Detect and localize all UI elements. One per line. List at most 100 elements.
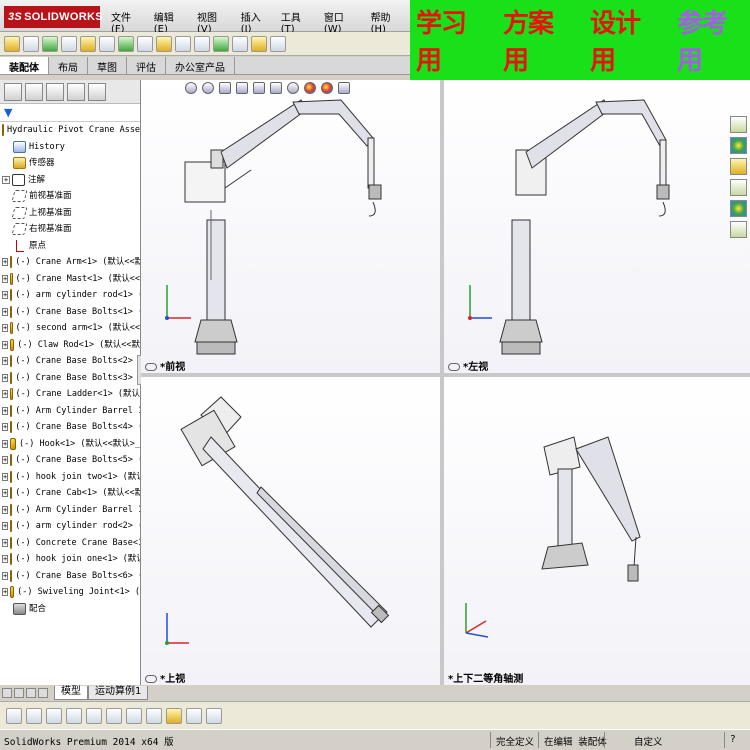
3d-part-icon[interactable] — [206, 707, 222, 724]
previous-view-icon[interactable] — [219, 82, 231, 94]
configuration-manager-icon[interactable] — [46, 82, 64, 101]
viewport-top[interactable]: *上视 — [141, 377, 440, 685]
expand-icon[interactable]: + — [2, 538, 9, 547]
tree-item-component[interactable]: + (-) Crane Arm<1> (默认<<默 — [2, 254, 140, 271]
tree-item-component[interactable]: + (-) hook join one<1> (默认 — [2, 551, 140, 568]
dimxpert-icon[interactable] — [67, 82, 85, 101]
expand-icon[interactable]: + — [2, 472, 9, 481]
expand-icon[interactable]: + — [2, 340, 9, 349]
tab-evaluate[interactable]: 评估 — [127, 57, 166, 74]
viewport-isometric[interactable]: *上下二等角轴测 — [444, 377, 750, 685]
view-settings-icon[interactable] — [338, 82, 350, 94]
tree-item-annotations[interactable]: + 注解 — [2, 172, 140, 189]
expand-icon[interactable]: + — [2, 390, 9, 399]
sketch-icon[interactable] — [6, 707, 22, 724]
units-selector[interactable]: 自定义 — [634, 734, 663, 748]
tab-office-products[interactable]: 办公室产品 — [166, 57, 235, 74]
expand-icon[interactable]: + — [2, 258, 9, 267]
tree-item-component[interactable]: + (-) second arm<1> (默认<< — [2, 320, 140, 337]
tree-item-component[interactable]: + (-) Crane Base Bolts<3> ( — [2, 370, 140, 387]
tab-sketch[interactable]: 草图 — [88, 57, 127, 74]
viewport-splitter-vertical[interactable] — [440, 80, 444, 685]
tree-item-component[interactable]: + (-) hook join two<1> (默认 — [2, 469, 140, 486]
trim-icon[interactable] — [146, 707, 162, 724]
smart-fasteners-icon[interactable] — [61, 35, 77, 52]
tree-item-component[interactable]: + (-) Crane Base Bolts<5> ( — [2, 452, 140, 469]
new-motion-study-icon[interactable] — [156, 35, 172, 52]
tree-item-component[interactable]: + (-) Crane Base Bolts<4> ( — [2, 419, 140, 436]
tree-item-top-plane[interactable]: 上视基准面 — [2, 205, 140, 222]
tree-item-component[interactable]: + (-) Swiveling Joint<1> ( — [2, 584, 140, 601]
viewport-splitter-horizontal[interactable] — [141, 373, 750, 377]
help-icon[interactable]: ? — [730, 734, 736, 745]
zoom-to-fit-icon[interactable] — [185, 82, 197, 94]
tree-item-component[interactable]: + (-) Crane Mast<1> (默认<< — [2, 271, 140, 288]
explode-line-sketch-icon[interactable] — [213, 35, 229, 52]
smart-dimension-icon[interactable] — [26, 707, 42, 724]
linear-pattern-icon[interactable] — [42, 35, 58, 52]
apply-scene-icon[interactable] — [321, 82, 333, 94]
appearances-icon[interactable] — [730, 200, 747, 217]
view-orientation-icon[interactable] — [253, 82, 265, 94]
tree-item-component[interactable]: + (-) Crane Base Bolts<6> ( — [2, 568, 140, 585]
expand-icon[interactable]: + — [2, 439, 9, 448]
tree-item-component[interactable]: + (-) Crane Base Bolts<1> ( — [2, 304, 140, 321]
tree-item-mates[interactable]: 配合 — [2, 601, 140, 618]
tab-motion-study[interactable]: 运动算例1 — [88, 686, 149, 700]
solidworks-resources-icon[interactable] — [730, 116, 747, 133]
view-palette-icon[interactable] — [730, 179, 747, 196]
tree-item-component[interactable]: + (-) Concrete Crane Base<1 — [2, 535, 140, 552]
expand-icon[interactable]: + — [2, 505, 9, 514]
zoom-to-area-icon[interactable] — [202, 82, 214, 94]
table-icon[interactable] — [166, 707, 182, 724]
rectangle-icon[interactable] — [66, 707, 82, 724]
tab-assembly[interactable]: 装配体 — [0, 57, 49, 74]
move-component-icon[interactable] — [80, 35, 96, 52]
expand-icon[interactable]: + — [2, 307, 9, 316]
tree-item-component[interactable]: + (-) arm cylinder rod<2> ( — [2, 518, 140, 535]
tree-item-component[interactable]: + (-) Crane Base Bolts<2> ( — [2, 353, 140, 370]
expand-icon[interactable]: + — [2, 324, 9, 333]
mate-icon[interactable] — [23, 35, 39, 52]
tab-model[interactable]: 模型 — [54, 686, 88, 700]
bill-of-materials-icon[interactable] — [175, 35, 191, 52]
edit-appearance-icon[interactable] — [304, 82, 316, 94]
reference-geometry-icon[interactable] — [137, 35, 153, 52]
tree-item-history[interactable]: History — [2, 139, 140, 156]
expand-icon[interactable]: + — [2, 373, 9, 382]
expand-icon[interactable]: + — [2, 406, 9, 415]
tree-item-component[interactable]: + (-) Arm Cylinder Barrel 1 — [2, 403, 140, 420]
solidworks-logo[interactable]: 3S SOLIDWORKS — [4, 6, 103, 28]
filter-icon[interactable]: ▼ — [4, 106, 12, 119]
instant3d-icon[interactable] — [270, 35, 286, 52]
exploded-view-icon[interactable] — [194, 35, 210, 52]
expand-icon[interactable]: + — [2, 555, 9, 564]
assembly-features-icon[interactable] — [118, 35, 134, 52]
previous-tab-icon[interactable] — [14, 688, 24, 698]
view-magnifier-icon[interactable] — [448, 363, 460, 371]
first-tab-icon[interactable] — [2, 688, 12, 698]
expand-icon[interactable]: + — [2, 175, 10, 184]
design-library-icon[interactable] — [730, 137, 747, 154]
tree-filter[interactable]: ▼ — [0, 104, 140, 122]
last-tab-icon[interactable] — [38, 688, 48, 698]
tree-item-origin[interactable]: 原点 — [2, 238, 140, 255]
expand-icon[interactable]: + — [2, 456, 9, 465]
display-style-icon[interactable] — [270, 82, 282, 94]
hide-show-items-icon[interactable] — [287, 82, 299, 94]
expand-icon[interactable]: + — [2, 522, 9, 531]
custom-properties-icon[interactable] — [730, 221, 747, 238]
expand-icon[interactable]: + — [2, 489, 9, 498]
tab-layout[interactable]: 布局 — [49, 57, 88, 74]
tree-root[interactable]: Hydraulic Pivot Crane Assemb — [2, 122, 140, 139]
feature-tree-icon[interactable] — [4, 82, 22, 101]
spline-icon[interactable] — [126, 707, 142, 724]
view-magnifier-icon[interactable] — [145, 363, 157, 371]
tree-item-component[interactable]: + (-) Crane Ladder<1> (默认 — [2, 386, 140, 403]
show-hidden-icon[interactable] — [99, 35, 115, 52]
viewport-left[interactable]: *左视 — [444, 80, 750, 373]
arc-icon[interactable] — [106, 707, 122, 724]
interference-detection-icon[interactable] — [232, 35, 248, 52]
tree-item-component[interactable]: + (-) Hook<1> (默认<<默认>_ — [2, 436, 140, 453]
expand-icon[interactable]: + — [2, 571, 9, 580]
